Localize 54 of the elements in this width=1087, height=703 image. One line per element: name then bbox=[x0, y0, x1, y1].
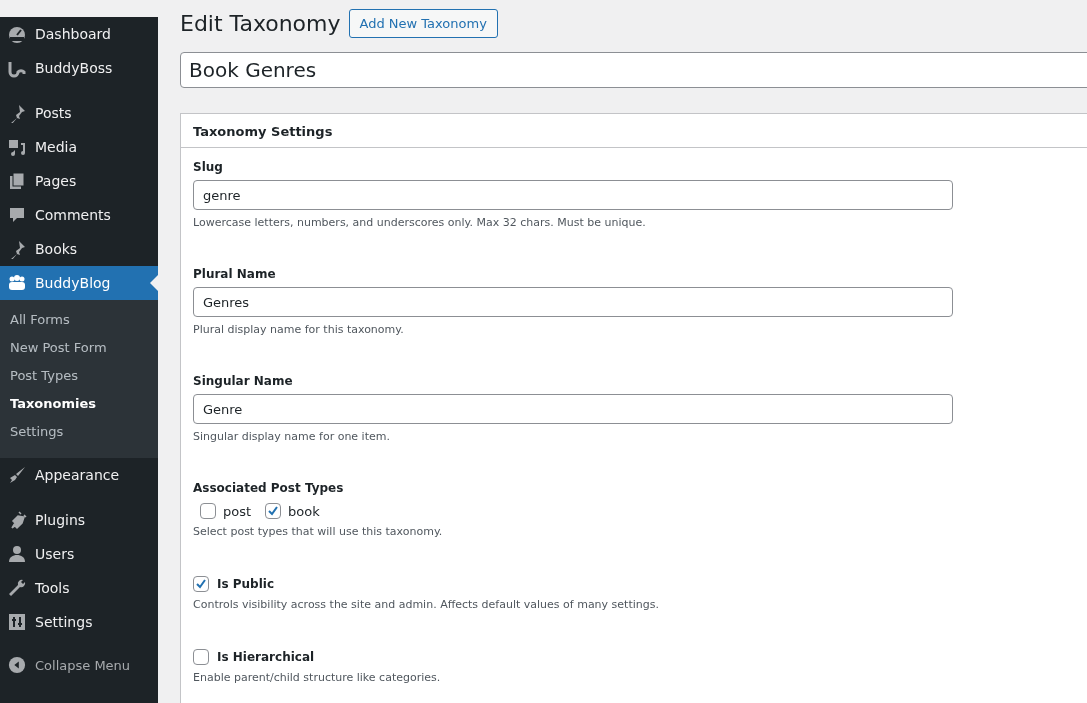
submenu-item[interactable]: Taxonomies bbox=[0, 390, 158, 418]
media-icon bbox=[7, 137, 27, 157]
menu-item[interactable]: Posts bbox=[0, 96, 158, 130]
checkbox[interactable] bbox=[265, 503, 282, 519]
speech-bubble-icon bbox=[7, 205, 27, 225]
panel-title: Taxonomy Settings bbox=[193, 124, 333, 139]
menu-item[interactable]: Books bbox=[0, 232, 158, 266]
checkbox-label: Is Hierarchical bbox=[217, 650, 315, 664]
menu-item[interactable]: BuddyBlog bbox=[0, 266, 158, 300]
checkbox-label: post bbox=[223, 503, 252, 519]
sliders-icon bbox=[7, 612, 27, 632]
help-text: Lowercase letters, numbers, and underscores only. Max 32 chars. Must be unique. bbox=[193, 216, 647, 229]
field-label: Singular Name bbox=[193, 374, 294, 388]
gauge-icon bbox=[7, 24, 27, 44]
collapse-icon bbox=[8, 656, 26, 674]
menu-item[interactable]: Appearance bbox=[0, 458, 158, 492]
add-new-button[interactable]: Add New Taxonomy bbox=[348, 9, 498, 38]
help-text: Enable parent/child structure like categories. bbox=[193, 671, 442, 684]
field-label: Associated Post Types bbox=[193, 481, 345, 495]
menu-item[interactable]: Media bbox=[0, 130, 158, 164]
field-label: Plural Name bbox=[193, 267, 277, 281]
submenu-item[interactable]: Post Types bbox=[0, 362, 158, 390]
checkbox-label: book bbox=[288, 503, 320, 519]
menu-item[interactable]: Users bbox=[0, 537, 158, 571]
text-field[interactable]: Genres bbox=[193, 287, 953, 317]
page-title: Edit Taxonomy bbox=[180, 11, 341, 36]
menu-item[interactable]: Dashboard bbox=[0, 17, 158, 51]
menu-item[interactable]: BuddyBoss bbox=[0, 51, 158, 85]
paintbrush-icon bbox=[7, 465, 27, 485]
menu-item[interactable]: Settings bbox=[0, 605, 158, 639]
submenu-item[interactable]: New Post Form bbox=[0, 334, 158, 362]
help-text: Singular display name for one item. bbox=[193, 430, 391, 443]
title-field[interactable]: Book Genres bbox=[180, 52, 1087, 88]
submenu-item[interactable]: Settings bbox=[0, 418, 158, 446]
text-field[interactable]: Genre bbox=[193, 394, 953, 424]
user-icon bbox=[7, 544, 27, 564]
submenu-item[interactable]: All Forms bbox=[0, 306, 158, 334]
checkbox[interactable] bbox=[200, 503, 216, 519]
menu-item[interactable]: Plugins bbox=[0, 503, 158, 537]
menu-item[interactable]: Comments bbox=[0, 198, 158, 232]
menu-item[interactable]: Tools bbox=[0, 571, 158, 605]
checkbox-label: Is Public bbox=[217, 577, 275, 591]
checkbox[interactable] bbox=[193, 576, 209, 592]
wrench-icon bbox=[7, 578, 27, 598]
menu-item[interactable]: Pages bbox=[0, 164, 158, 198]
people-icon bbox=[7, 273, 27, 293]
text-field[interactable]: genre bbox=[193, 180, 953, 210]
help-text: Controls visibility across the site and admin. Affects default values of many settings. bbox=[193, 598, 660, 611]
field-label: Slug bbox=[193, 160, 224, 174]
help-text: Plural display name for this taxonomy. bbox=[193, 323, 405, 336]
checkbox[interactable] bbox=[193, 649, 209, 665]
help-text: Select post types that will use this taxonomy. bbox=[193, 525, 444, 538]
pages-icon bbox=[7, 171, 27, 191]
collapse-menu-button[interactable]: Collapse Menu bbox=[0, 650, 158, 680]
